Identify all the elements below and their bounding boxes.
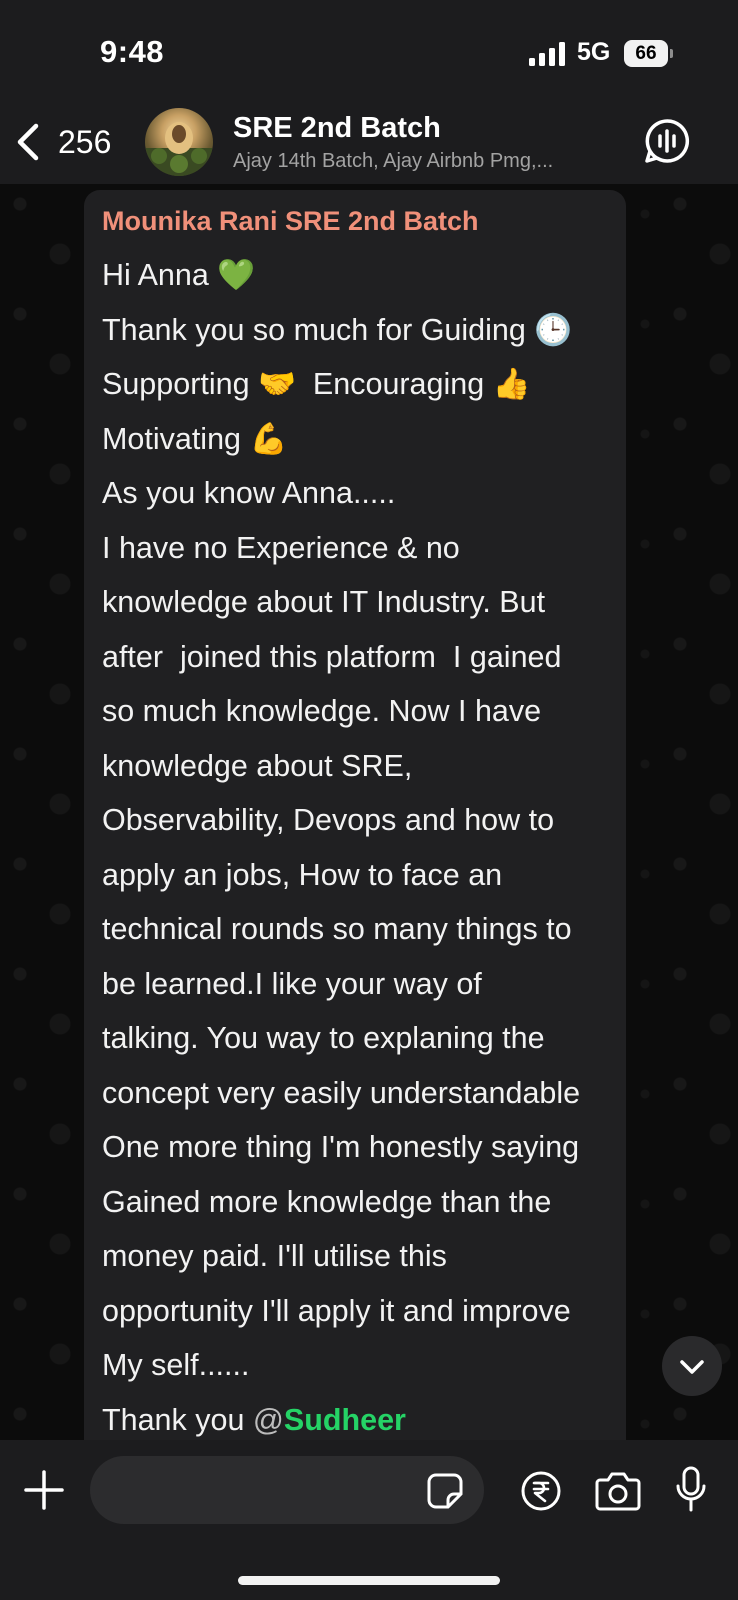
battery-tip	[670, 49, 673, 58]
message-line: so much knowledge. Now I have	[102, 694, 542, 728]
message-line-last: Thank you @Sudheer	[102, 1393, 622, 1441]
unread-count: 256	[58, 124, 112, 160]
home-indicator[interactable]	[238, 1576, 500, 1585]
message-line: be learned.I like your way of	[102, 966, 482, 1001]
cellular-signal-icon	[529, 42, 565, 66]
message-line: Thank you so much for Guiding 🕒	[102, 312, 573, 347]
message-line: after joined this platform I gained	[102, 639, 562, 674]
message-line: knowledge about IT Industry. But	[102, 585, 546, 619]
chat-members[interactable]: Ajay 14th Batch, Ajay Airbnb Pmg,...	[233, 150, 613, 173]
battery-icon: 66	[624, 40, 673, 67]
chevron-left-icon	[17, 123, 39, 161]
rupee-payment-icon[interactable]	[520, 1470, 562, 1512]
input-bar	[0, 1440, 738, 1600]
voice-chat-icon[interactable]	[644, 118, 690, 164]
message-line: Hi Anna 💚	[102, 258, 256, 292]
message-line: Motivating 💪	[102, 421, 288, 456]
message-line: talking. You way to explaning the	[102, 1021, 545, 1055]
message-line: concept very easily understandable	[102, 1075, 581, 1110]
message-line: As you know Anna.....	[102, 476, 396, 510]
chat-header: 256 SRE 2nd Batch Ajay 14th Batch, Ajay …	[0, 100, 738, 184]
mention-at-symbol: @	[252, 1402, 284, 1437]
message-line: money paid. I'll utilise this	[102, 1239, 447, 1273]
avatar-image	[145, 122, 213, 176]
message-line: apply an jobs, How to face an	[102, 857, 503, 892]
sender-name[interactable]: Mounika Rani SRE 2nd Batch	[102, 206, 479, 237]
message-text: Hi Anna 💚 Thank you so much for Guiding …	[102, 248, 622, 1440]
group-avatar[interactable]	[145, 108, 213, 176]
message-input[interactable]	[90, 1456, 484, 1524]
message-line: Observability, Devops and how to	[102, 803, 555, 837]
message-line: One more thing I'm honestly saying	[102, 1130, 580, 1164]
network-type: 5G	[577, 38, 611, 66]
chevron-down-icon	[680, 1360, 704, 1374]
message-line: Gained more knowledge than the	[102, 1184, 552, 1219]
back-button[interactable]: 256	[14, 118, 124, 168]
message-line: I have no Experience & no	[102, 530, 460, 565]
camera-icon[interactable]	[594, 1470, 642, 1512]
message-bubble[interactable]: Mounika Rani SRE 2nd Batch Hi Anna 💚 Tha…	[84, 190, 626, 1440]
message-line: technical rounds so many things to	[102, 912, 572, 946]
message-line: Supporting 🤝 Encouraging 👍	[102, 367, 531, 401]
message-line-prefix: Thank you	[102, 1402, 253, 1437]
chat-title[interactable]: SRE 2nd Batch	[233, 112, 441, 145]
message-line: knowledge about SRE,	[102, 748, 413, 783]
mention-sudheer[interactable]: Sudheer	[284, 1403, 406, 1437]
microphone-icon[interactable]	[676, 1466, 706, 1514]
scroll-to-bottom-button[interactable]	[662, 1336, 722, 1396]
chat-area[interactable]: Mounika Rani SRE 2nd Batch Hi Anna 💚 Tha…	[0, 184, 738, 1440]
status-bar: 9:48 5G 66	[0, 0, 738, 100]
message-line: opportunity I'll apply it and improve	[102, 1293, 571, 1328]
plus-icon[interactable]	[22, 1468, 66, 1512]
sticker-icon[interactable]	[426, 1472, 464, 1510]
battery-level: 66	[624, 40, 668, 67]
message-line: My self......	[102, 1348, 250, 1382]
status-time: 9:48	[100, 34, 165, 69]
